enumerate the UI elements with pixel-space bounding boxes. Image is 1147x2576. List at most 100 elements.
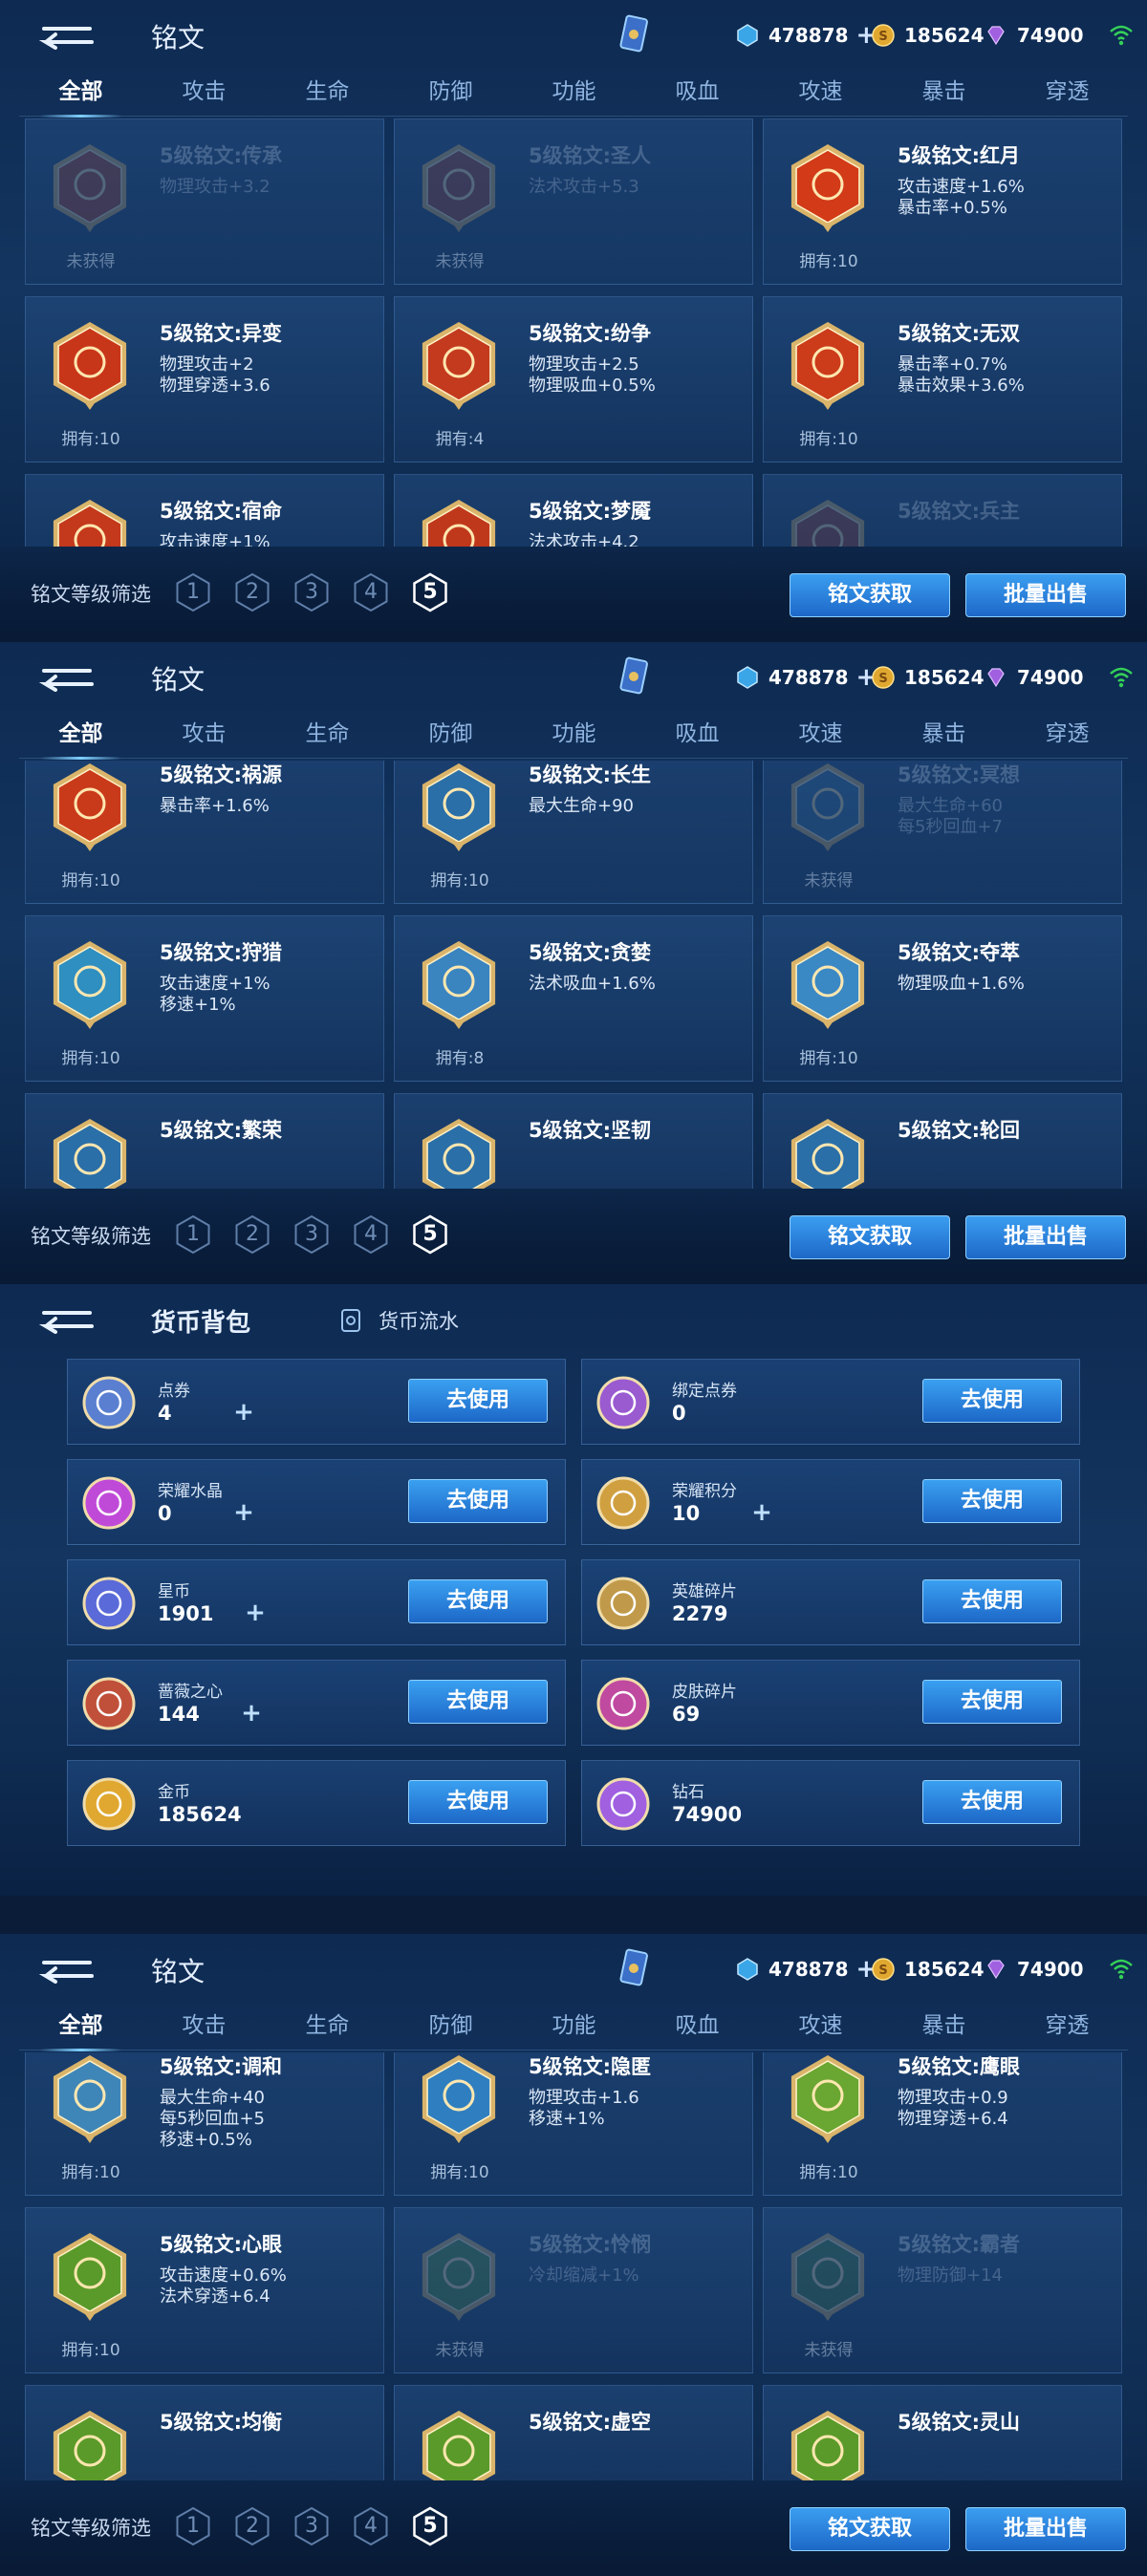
inscription-card[interactable]: 5级铭文:纷争 物理攻击+2.5 物理吸血+0.5% 拥有:4 <box>394 296 753 462</box>
tab-5[interactable]: 吸血 <box>636 71 759 117</box>
back-arrow-icon[interactable] <box>34 19 96 50</box>
inscription-card[interactable]: 5级铭文:均衡 <box>25 2385 384 2480</box>
level-filter-4[interactable]: 4 <box>352 571 390 613</box>
back-arrow-icon[interactable] <box>34 1303 96 1334</box>
add-currency-icon[interactable]: + <box>242 1600 269 1627</box>
tab-7[interactable]: 暴击 <box>882 713 1006 759</box>
tab-3[interactable]: 防御 <box>389 2005 512 2050</box>
level-filter-5[interactable]: 5 <box>411 2505 449 2547</box>
inscription-card[interactable]: 5级铭文:长生 最大生命+90 拥有:10 <box>394 761 753 904</box>
use-button[interactable]: 去使用 <box>408 1579 548 1623</box>
inscription-card[interactable]: 5级铭文:灵山 <box>763 2385 1122 2480</box>
level-filter-1[interactable]: 1 <box>174 571 212 613</box>
tab-1[interactable]: 攻击 <box>142 71 266 117</box>
tab-7[interactable]: 暴击 <box>882 71 1006 117</box>
tab-6[interactable]: 攻速 <box>759 2005 882 2050</box>
inscription-card[interactable]: 5级铭文:繁荣 <box>25 1093 384 1189</box>
tab-0[interactable]: 全部 <box>19 2005 142 2051</box>
bulk-sell-button[interactable]: 批量出售 <box>965 2507 1126 2551</box>
inscription-card[interactable]: 5级铭文:心眼 攻击速度+0.6% 法术穿透+6.4 拥有:10 <box>25 2207 384 2373</box>
inscription-card[interactable]: 5级铭文:圣人 法术攻击+5.3 未获得 <box>394 118 753 285</box>
inscription-card[interactable]: 5级铭文:坚韧 <box>394 1093 753 1189</box>
inscription-card[interactable]: 5级铭文:调和 最大生命+40 每5秒回血+5 移速+0.5% 拥有:10 <box>25 2052 384 2196</box>
tab-4[interactable]: 功能 <box>512 2005 636 2050</box>
tab-3[interactable]: 防御 <box>389 713 512 759</box>
inscription-card[interactable]: 5级铭文:兵主 <box>763 474 1122 547</box>
acquire-inscription-button[interactable]: 铭文获取 <box>790 1215 950 1259</box>
inscription-card[interactable]: 5级铭文:轮回 <box>763 1093 1122 1189</box>
ticket-icon[interactable] <box>617 13 650 55</box>
use-button[interactable]: 去使用 <box>922 1579 1062 1623</box>
tab-8[interactable]: 穿透 <box>1006 2005 1129 2050</box>
level-filter-2[interactable]: 2 <box>233 571 271 613</box>
ticket-icon[interactable] <box>617 655 650 698</box>
level-filter-2[interactable]: 2 <box>233 2505 271 2547</box>
use-button[interactable]: 去使用 <box>922 1479 1062 1523</box>
tab-6[interactable]: 攻速 <box>759 713 882 759</box>
inscription-card[interactable]: 5级铭文:冥想 最大生命+60 每5秒回血+7 未获得 <box>763 761 1122 904</box>
add-currency-icon[interactable]: + <box>230 1500 257 1527</box>
bulk-sell-button[interactable]: 批量出售 <box>965 573 1126 617</box>
tab-8[interactable]: 穿透 <box>1006 71 1129 117</box>
use-button[interactable]: 去使用 <box>922 1680 1062 1724</box>
back-arrow-icon[interactable] <box>34 1953 96 1984</box>
tab-7[interactable]: 暴击 <box>882 2005 1006 2050</box>
tab-3[interactable]: 防御 <box>389 71 512 117</box>
tab-2[interactable]: 生命 <box>266 71 389 117</box>
level-filter-3[interactable]: 3 <box>292 571 331 613</box>
inscription-card[interactable]: 5级铭文:怜悯 冷却缩减+1% 未获得 <box>394 2207 753 2373</box>
tab-4[interactable]: 功能 <box>512 71 636 117</box>
back-arrow-icon[interactable] <box>34 661 96 692</box>
inscription-card[interactable]: 5级铭文:霸者 物理防御+14 未获得 <box>763 2207 1122 2373</box>
tab-2[interactable]: 生命 <box>266 2005 389 2050</box>
inscription-card[interactable]: 5级铭文:鹰眼 物理攻击+0.9 物理穿透+6.4 拥有:10 <box>763 2052 1122 2196</box>
level-filter-1[interactable]: 1 <box>174 2505 212 2547</box>
tab-0[interactable]: 全部 <box>19 71 142 118</box>
level-filter-4[interactable]: 4 <box>352 2505 390 2547</box>
tab-2[interactable]: 生命 <box>266 713 389 759</box>
gem-balance[interactable]: 478878 + <box>736 21 876 50</box>
currency-flow-link[interactable]: 货币流水 <box>340 1307 459 1334</box>
gem-balance[interactable]: 478878 + <box>736 663 876 692</box>
inscription-card[interactable]: 5级铭文:夺萃 物理吸血+1.6% 拥有:10 <box>763 915 1122 1082</box>
tab-8[interactable]: 穿透 <box>1006 713 1129 759</box>
inscription-card[interactable]: 5级铭文:异变 物理攻击+2 物理穿透+3.6 拥有:10 <box>25 296 384 462</box>
tab-1[interactable]: 攻击 <box>142 713 266 759</box>
level-filter-3[interactable]: 3 <box>292 1213 331 1256</box>
level-filter-2[interactable]: 2 <box>233 1213 271 1256</box>
add-currency-icon[interactable]: + <box>238 1701 265 1728</box>
tab-5[interactable]: 吸血 <box>636 713 759 759</box>
bulk-sell-button[interactable]: 批量出售 <box>965 1215 1126 1259</box>
tab-1[interactable]: 攻击 <box>142 2005 266 2050</box>
level-filter-3[interactable]: 3 <box>292 2505 331 2547</box>
use-button[interactable]: 去使用 <box>408 1379 548 1423</box>
level-filter-5[interactable]: 5 <box>411 1213 449 1256</box>
level-filter-1[interactable]: 1 <box>174 1213 212 1256</box>
inscription-card[interactable]: 5级铭文:虚空 <box>394 2385 753 2480</box>
use-button[interactable]: 去使用 <box>922 1379 1062 1423</box>
inscription-card[interactable]: 5级铭文:狩猎 攻击速度+1% 移速+1% 拥有:10 <box>25 915 384 1082</box>
acquire-inscription-button[interactable]: 铭文获取 <box>790 573 950 617</box>
level-filter-4[interactable]: 4 <box>352 1213 390 1256</box>
inscription-card[interactable]: 5级铭文:宿命 攻击速度+1% <box>25 474 384 547</box>
tab-4[interactable]: 功能 <box>512 713 636 759</box>
ticket-icon[interactable] <box>617 1947 650 1989</box>
add-currency-icon[interactable]: + <box>230 1400 257 1427</box>
inscription-card[interactable]: 5级铭文:红月 攻击速度+1.6% 暴击率+0.5% 拥有:10 <box>763 118 1122 285</box>
inscription-card[interactable]: 5级铭文:传承 物理攻击+3.2 未获得 <box>25 118 384 285</box>
tab-0[interactable]: 全部 <box>19 713 142 760</box>
use-button[interactable]: 去使用 <box>408 1479 548 1523</box>
inscription-card[interactable]: 5级铭文:隐匿 物理攻击+1.6 移速+1% 拥有:10 <box>394 2052 753 2196</box>
inscription-card[interactable]: 5级铭文:贪婪 法术吸血+1.6% 拥有:8 <box>394 915 753 1082</box>
tab-5[interactable]: 吸血 <box>636 2005 759 2050</box>
tab-6[interactable]: 攻速 <box>759 71 882 117</box>
gem-balance[interactable]: 478878 + <box>736 1955 876 1984</box>
use-button[interactable]: 去使用 <box>408 1680 548 1724</box>
acquire-inscription-button[interactable]: 铭文获取 <box>790 2507 950 2551</box>
inscription-card[interactable]: 5级铭文:梦魇 法术攻击+4.2 <box>394 474 753 547</box>
use-button[interactable]: 去使用 <box>408 1780 548 1824</box>
use-button[interactable]: 去使用 <box>922 1780 1062 1824</box>
inscription-card[interactable]: 5级铭文:无双 暴击率+0.7% 暴击效果+3.6% 拥有:10 <box>763 296 1122 462</box>
add-currency-icon[interactable]: + <box>748 1500 775 1527</box>
level-filter-5[interactable]: 5 <box>411 571 449 613</box>
